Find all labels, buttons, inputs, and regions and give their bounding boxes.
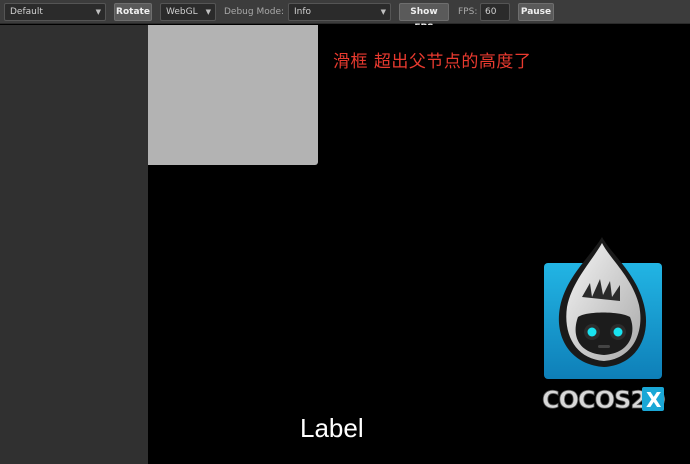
rotate-button[interactable]: Rotate [114,3,152,21]
scroll-view-box [148,25,318,165]
red-warning-text: 滑框 超出父节点的高度了 [333,52,532,72]
debug-mode-select-value: Info [294,7,312,17]
toolbar: Default ▼ Rotate WebGL ▼ Debug Mode: Inf… [0,0,690,33]
label-text: Label [300,413,364,443]
debug-mode-select[interactable]: Info ▼ [288,3,391,21]
resolution-select[interactable]: Default ▼ [4,3,106,21]
debug-mode-label: Debug Mode: [224,7,285,17]
fps-input[interactable]: 60 [480,3,510,21]
cocos2dx-logo: COCOS2D X [542,237,666,414]
fps-label: FPS: [458,7,478,17]
show-fps-button[interactable]: Show FPS [399,3,449,33]
pause-button[interactable]: Pause [518,3,554,21]
chevron-down-icon: ▼ [205,8,211,16]
chevron-down-icon: ▼ [380,8,386,16]
left-panel [0,25,148,464]
renderer-select[interactable]: WebGL ▼ [160,3,216,21]
logo-wordmark-x: X [646,388,662,412]
resolution-select-value: Default [10,7,43,17]
renderer-select-value: WebGL [166,7,198,17]
game-canvas[interactable]: 滑框 超出父节点的高度了 Label COCOS2D X [148,25,690,464]
chevron-down-icon: ▼ [95,8,101,16]
